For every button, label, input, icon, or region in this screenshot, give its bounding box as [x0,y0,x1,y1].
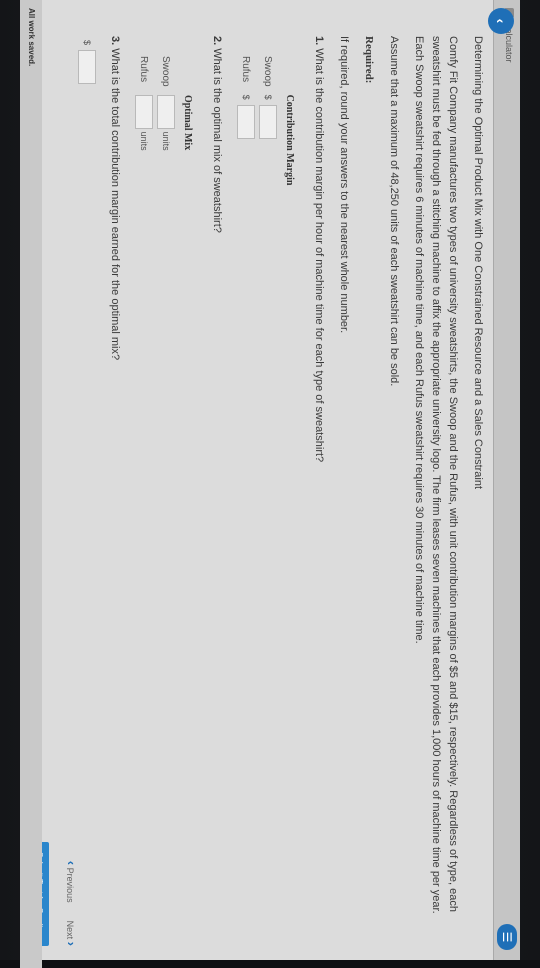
menu-icon[interactable]: ☰ [497,924,517,950]
question-1-text: What is the contribution margin per hour… [313,48,325,463]
question-2-text: What is the optimal mix of sweatshirt? [211,48,223,233]
swoop-units-input[interactable] [157,94,175,129]
chevron-left-icon: ‹ [64,860,79,866]
table-row: Swoop units [155,52,177,155]
contribution-margin-header: Contribution Margin [284,94,295,186]
row-label: Swoop [262,56,274,87]
optimal-mix-table: Optimal Mix Swoop units Rufus units [133,52,198,155]
rounding-note: If required, round your answers to the n… [338,36,350,334]
table-row: Rufus $ [235,52,257,189]
currency-prefix: $ [263,94,274,100]
question-1-number: 1. [313,36,325,46]
chevron-right-icon: › [64,941,79,946]
table-row: Rufus units [133,52,155,155]
row-label: Rufus [240,56,252,83]
question-3: 3. What is the total contribution margin… [106,36,123,916]
previous-label: Previous [65,867,75,903]
required-heading: Required: [363,36,375,84]
problem-paragraph-1: Comfy Fit Company manufactures two types… [413,36,459,914]
previous-button[interactable]: ‹ Previous [64,861,79,903]
units-suffix: units [161,131,172,151]
next-label: Next [65,920,75,940]
question-1: 1. What is the contribution margin per h… [310,36,327,916]
top-toolbar: Calculator ☰ [493,0,520,960]
problem-content: Determining the Optimal Product Mix with… [78,36,486,916]
question-navigation: ‹ Previous Next › [64,861,79,946]
question-2: 2. What is the optimal mix of sweatshirt… [208,36,225,916]
question-3-number: 3. [109,36,121,46]
next-button[interactable]: Next › [64,921,79,946]
problem-title: Determining the Optimal Product Mix with… [472,36,484,490]
rufus-margin-input[interactable] [237,104,255,139]
total-margin-input[interactable] [78,50,96,84]
row-label: Rufus [138,56,150,83]
problem-paragraph-2: Assume that a maximum of 48,250 units of… [388,36,400,387]
swoop-margin-input[interactable] [259,104,277,139]
optimal-mix-header: Optimal Mix [182,94,193,151]
currency-prefix: $ [241,94,252,100]
row-label: Swoop [160,56,172,87]
back-arrow-icon[interactable]: ‹ [488,8,514,34]
assignment-page: Calculator ☰ ‹ Determining the Optimal P… [20,0,520,968]
units-suffix: units [139,131,150,151]
save-status: All work saved. [20,0,42,968]
contribution-margin-table: Contribution Margin Swoop $ Rufus $ [235,52,300,189]
question-3-text: What is the total contribution margin ea… [109,48,121,361]
table-row: Swoop $ [257,52,279,189]
currency-prefix: $ [82,40,93,46]
question-2-number: 2. [211,36,223,46]
rufus-units-input[interactable] [135,94,153,129]
